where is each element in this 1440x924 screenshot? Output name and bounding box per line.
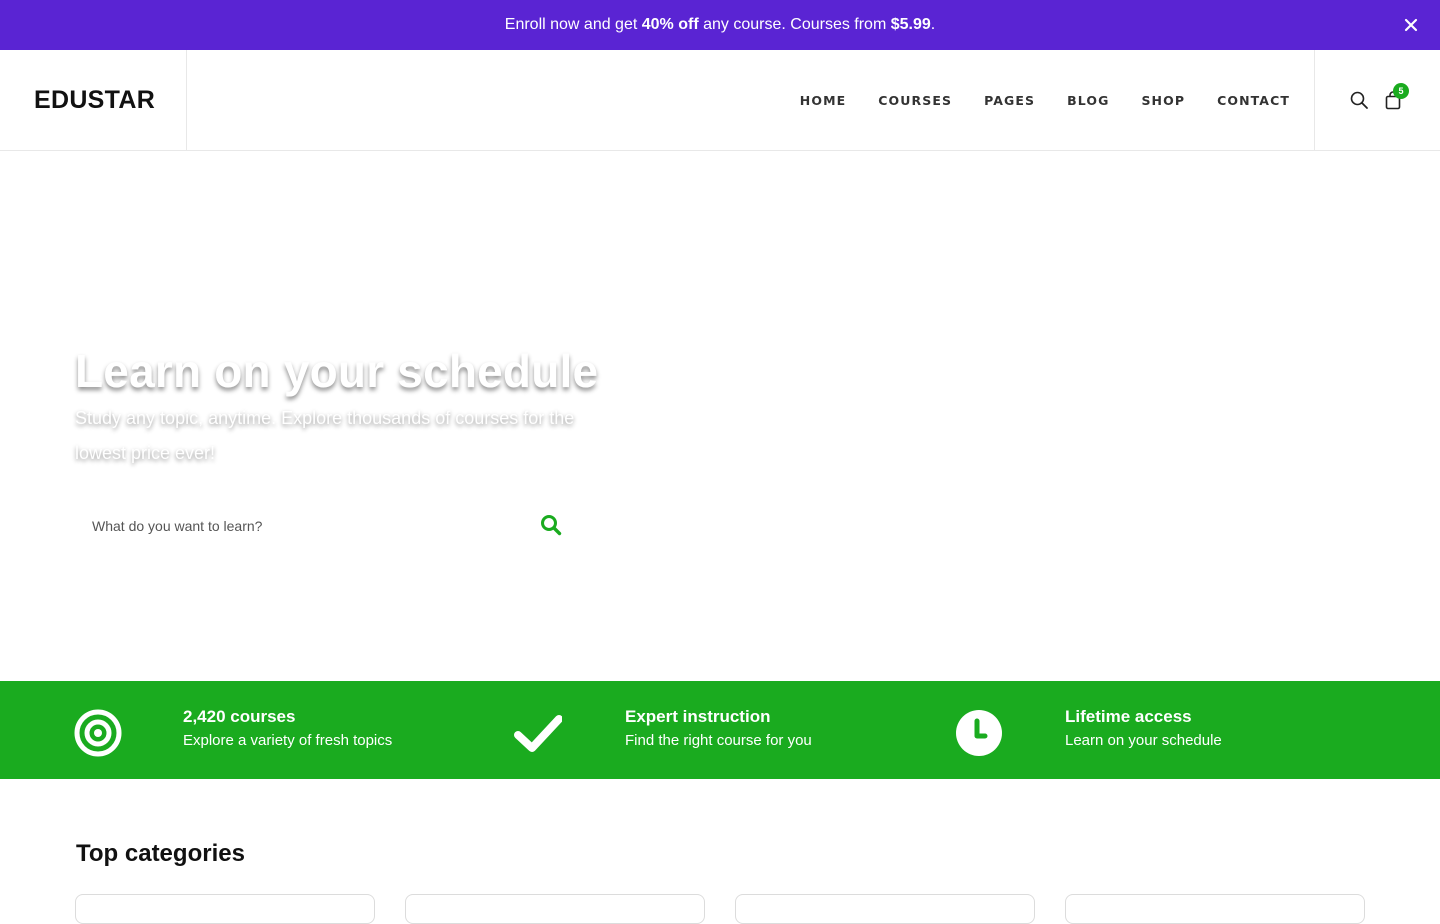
feature-desc: Explore a variety of fresh topics (183, 732, 393, 749)
site-logo[interactable]: EDUSTAR (34, 86, 155, 115)
announcement-middle: any course. Courses from (698, 16, 891, 33)
nav-blog[interactable]: BLOG (1067, 93, 1109, 108)
header-tools: 5 (1314, 50, 1440, 150)
close-icon[interactable] (1402, 16, 1420, 34)
target-icon (74, 709, 122, 757)
nav-pages[interactable]: PAGES (984, 93, 1035, 108)
clock-icon (955, 709, 1003, 757)
nav-home[interactable]: HOME (800, 93, 846, 108)
feature-desc: Learn on your schedule (1065, 732, 1222, 749)
feature-title: 2,420 courses (183, 707, 296, 726)
feature-desc: Find the right course for you (625, 732, 812, 749)
announcement-prefix: Enroll now and get (504, 16, 642, 33)
search-icon[interactable] (1349, 90, 1369, 110)
category-card[interactable] (735, 894, 1035, 924)
cart-count-badge: 5 (1393, 83, 1409, 99)
category-card[interactable] (1065, 894, 1365, 924)
main-nav: HOME COURSES PAGES BLOG SHOP CONTACT (768, 50, 1290, 150)
nav-courses[interactable]: COURSES (878, 93, 952, 108)
hero-title: Learn on your schedule (75, 345, 599, 397)
announcement-suffix: . (930, 16, 936, 33)
check-icon (514, 709, 563, 757)
course-search-box (75, 501, 575, 551)
announcement-price: $5.99 (890, 16, 931, 33)
features-strip: 2,420 courses Explore a variety of fresh… (0, 681, 1440, 779)
hero-section: Learn on your schedule Study any topic, … (0, 151, 1440, 681)
nav-shop[interactable]: SHOP (1141, 93, 1185, 108)
feature-instruction: Expert instruction Find the right course… (480, 681, 960, 779)
feature-lifetime: Lifetime access Learn on your schedule (956, 681, 1440, 779)
feature-title: Expert instruction (625, 707, 771, 726)
feature-title: Lifetime access (1065, 707, 1192, 726)
announcement-text: Enroll now and get 40% off any course. C… (505, 16, 935, 34)
search-button-icon[interactable] (539, 513, 563, 537)
category-card[interactable] (75, 894, 375, 924)
feature-courses: 2,420 courses Explore a variety of fresh… (0, 681, 480, 779)
course-search-input[interactable] (75, 501, 515, 551)
announcement-discount: 40% off (641, 16, 699, 33)
nav-contact[interactable]: CONTACT (1217, 93, 1290, 108)
hero-subtitle: Study any topic, anytime. Explore thousa… (75, 408, 575, 463)
category-card[interactable] (405, 894, 705, 924)
top-categories-heading: Top categories (76, 840, 245, 867)
logo-container: EDUSTAR (0, 50, 187, 150)
site-header: EDUSTAR HOME COURSES PAGES BLOG SHOP CON… (0, 50, 1440, 151)
announcement-bar: Enroll now and get 40% off any course. C… (0, 0, 1440, 50)
